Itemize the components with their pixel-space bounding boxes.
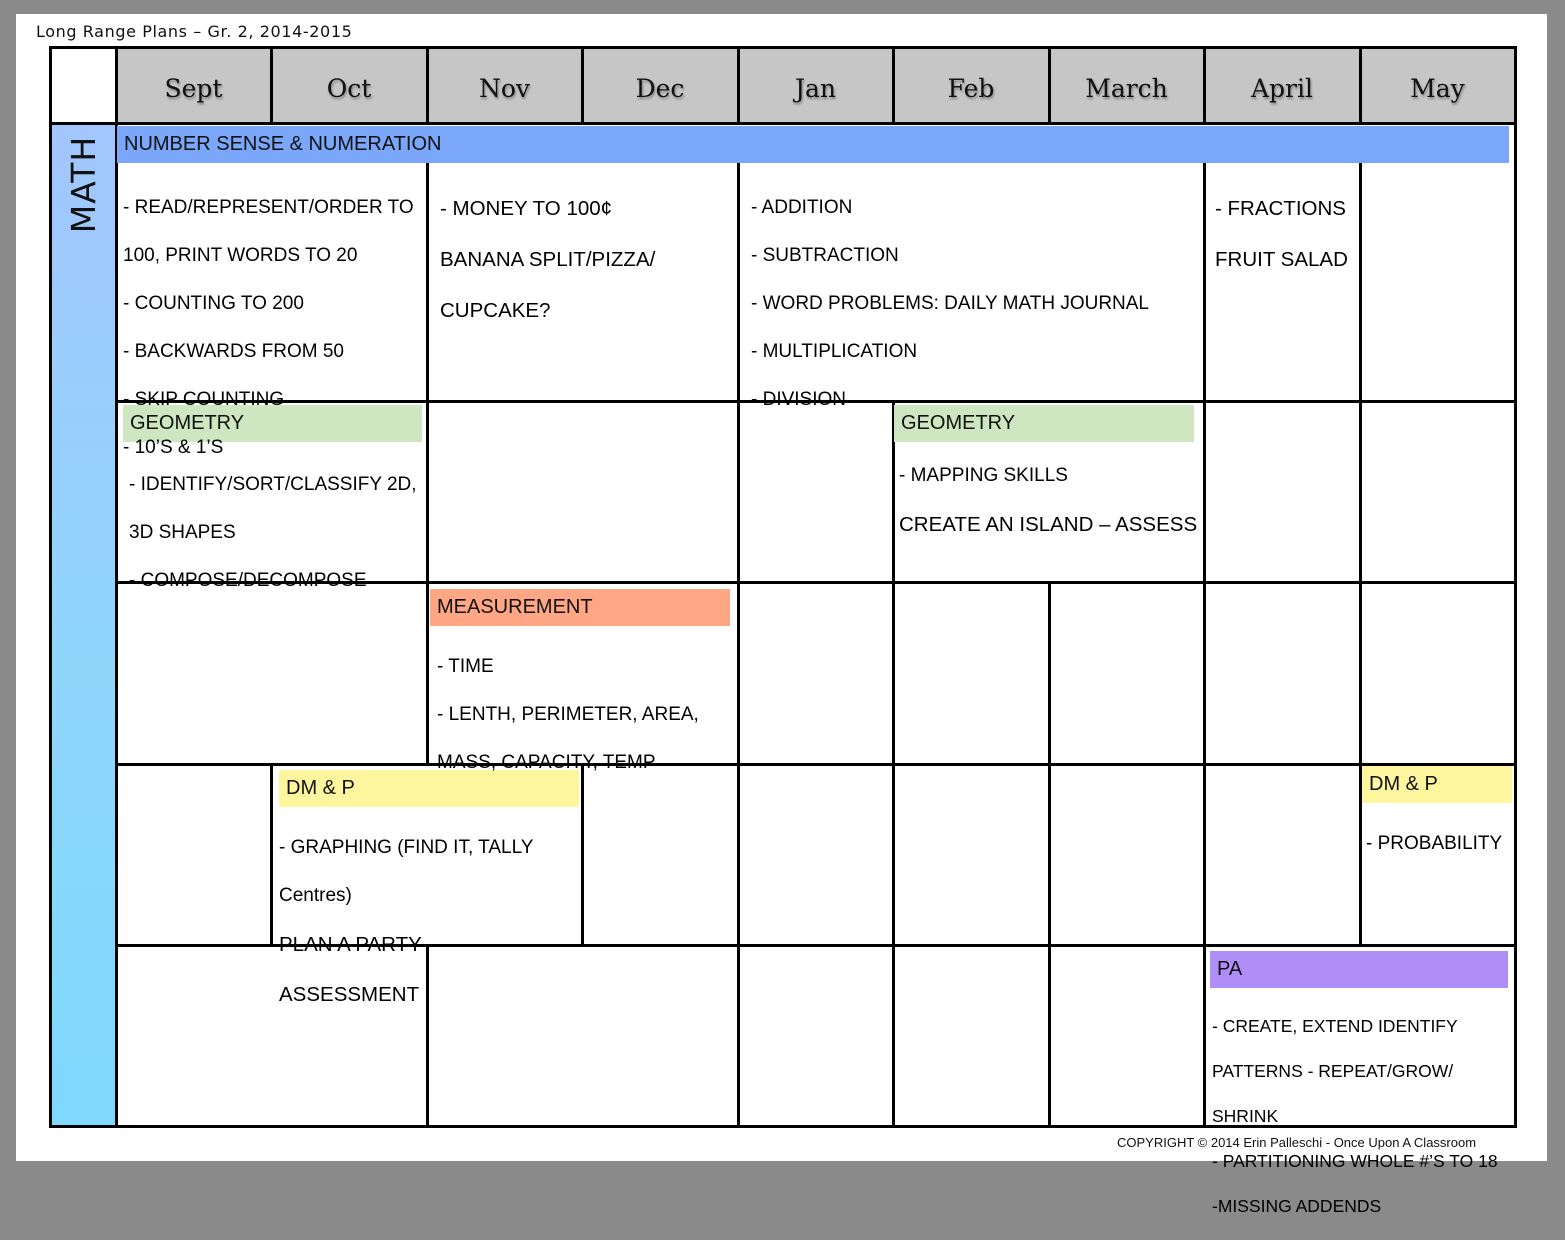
band-dmp-spring: DM & P — [1362, 766, 1512, 803]
month-header-april: April — [1205, 49, 1359, 123]
subject-column — [52, 124, 115, 1125]
cell-ns-april: - FRACTIONS FRUIT SALAD — [1215, 170, 1348, 298]
grid-line-row3-v — [737, 583, 740, 765]
cell-line: - MAPPING SKILLS — [899, 465, 1068, 486]
month-header-may: May — [1361, 49, 1514, 123]
cell-line: MASS, CAPACITY, TEMP — [437, 752, 656, 773]
grid-line-row1-v — [426, 163, 429, 401]
cell-ns-jan-march: - ADDITION - SUBTRACTION - WORD PROBLEMS… — [751, 172, 1149, 436]
grid-line-header-v — [581, 49, 584, 123]
grid-line-header-v — [1048, 49, 1051, 123]
grid-line-row3-v — [426, 583, 429, 765]
cell-ns-nov-dec: - MONEY TO 100¢ BANANA SPLIT/PIZZA/ CUPC… — [440, 170, 655, 349]
cell-line: - ADDITION — [751, 197, 853, 218]
cell-line: 3D SHAPES — [129, 522, 236, 543]
grid-line-subject-divider — [115, 49, 118, 1125]
grid-line-row4-v — [892, 765, 895, 946]
band-number-sense: NUMBER SENSE & NUMERATION — [117, 126, 1509, 163]
band-pa: PA — [1210, 951, 1508, 988]
month-header-jan: Jan — [739, 49, 892, 123]
cell-line: -MISSING ADDENDS — [1212, 1195, 1382, 1216]
cell-meas-nov-dec: - TIME - LENTH, PERIMETER, AREA, MASS, C… — [437, 631, 699, 799]
grid-line-header-v — [892, 49, 895, 123]
grid-line-row2-v — [1203, 402, 1206, 583]
grid-line-header-v — [1359, 49, 1362, 123]
cell-line: - SUBTRACTION — [751, 245, 899, 266]
month-header-sept: Sept — [117, 49, 270, 123]
grid-line-row3-bottom — [115, 763, 1517, 766]
copyright-footer: COPYRIGHT © 2014 Erin Palleschi - Once U… — [1117, 1135, 1477, 1150]
cell-line: - MULTIPLICATION — [751, 341, 918, 362]
grid-line-row3-v — [1048, 583, 1051, 765]
cell-geo-sept-oct: - IDENTIFY/SORT/CLASSIFY 2D, 3D SHAPES -… — [129, 449, 417, 617]
cell-line: PATTERNS - REPEAT/GROW/ — [1212, 1060, 1454, 1081]
subject-label-text: MATH — [64, 135, 103, 233]
cell-line: - TIME — [437, 656, 494, 677]
subject-label: MATH — [52, 124, 115, 244]
grid-line-row2-v — [1359, 402, 1362, 583]
cell-line: 100, PRINT WORDS TO 20 — [123, 245, 358, 266]
grid-line-row5-v — [1203, 946, 1206, 1126]
cell-line: - COMPOSE/DECOMPOSE — [129, 570, 367, 591]
month-header-march: March — [1050, 49, 1203, 123]
cell-geo-feb-march: - MAPPING SKILLS CREATE AN ISLAND – ASSE… — [899, 440, 1197, 562]
grid-line-row5-v — [737, 946, 740, 1126]
cell-line: SHRINK — [1212, 1105, 1279, 1126]
cell-line: - DIVISION — [751, 389, 847, 410]
cell-line: - FRACTIONS — [1215, 196, 1346, 220]
grid-line-row1-v — [737, 163, 740, 401]
cell-pa-april-may: - CREATE, EXTEND IDENTIFY PATTERNS - REP… — [1212, 992, 1498, 1240]
grid-line-row4-v — [737, 765, 740, 946]
document-title: Long Range Plans – Gr. 2, 2014-2015 — [36, 22, 353, 41]
cell-line: Centres) — [279, 885, 352, 906]
cell-line: CUPCAKE? — [440, 298, 551, 322]
cell-ns-sept-oct: - READ/REPRESENT/ORDER TO 100, PRINT WOR… — [123, 172, 414, 484]
cell-line: - PROBABILITY — [1366, 833, 1503, 854]
cell-line: - PARTITIONING WHOLE #’S TO 18 — [1212, 1150, 1498, 1171]
grid-line-row5-v — [1048, 946, 1051, 1126]
grid-line-row3-v — [892, 583, 895, 765]
band-measurement: MEASUREMENT — [430, 589, 730, 626]
cell-line: - MONEY TO 100¢ — [440, 196, 613, 220]
grid-line-header-v — [1203, 49, 1206, 123]
grid-line-row3-v — [1359, 583, 1362, 765]
grid-line-header-v — [737, 49, 740, 123]
month-header-feb: Feb — [894, 49, 1048, 123]
cell-line: ASSESSMENT — [279, 983, 420, 1006]
grid-line-row2-v — [426, 402, 429, 583]
cell-line: - LENTH, PERIMETER, AREA, — [437, 704, 699, 725]
grid-line-row5-v — [892, 946, 895, 1126]
grid-corner — [52, 49, 115, 122]
grid-line-row1-v — [1203, 163, 1206, 401]
month-header-nov: Nov — [428, 49, 581, 123]
cell-line: - COUNTING TO 200 — [123, 293, 304, 314]
cell-line: - IDENTIFY/SORT/CLASSIFY 2D, — [129, 474, 417, 495]
cell-line: - GRAPHING (FIND IT, TALLY — [279, 837, 534, 858]
grid-line-header-v — [426, 49, 429, 123]
cell-line: - CREATE, EXTEND IDENTIFY — [1212, 1015, 1458, 1036]
cell-line: - READ/REPRESENT/ORDER TO — [123, 197, 414, 218]
grid-line-row2-v — [737, 402, 740, 583]
grid-line-row4-v — [270, 765, 273, 946]
month-header-oct: Oct — [272, 49, 426, 123]
cell-line: BANANA SPLIT/PIZZA/ — [440, 247, 656, 271]
cell-line: FRUIT SALAD — [1215, 247, 1348, 271]
cell-line: CREATE AN ISLAND – ASSESS — [899, 513, 1198, 536]
cell-line: - BACKWARDS FROM 50 — [123, 341, 344, 362]
grid-line-header-v — [270, 49, 273, 123]
grid-line-row4-v — [1203, 765, 1206, 946]
cell-line: PLAN A PARTY – — [279, 933, 439, 956]
grid-line-row1-v — [1359, 163, 1362, 401]
grid-line-row3-v — [1203, 583, 1206, 765]
cell-line: - SKIP COUNTING — [123, 389, 285, 410]
cell-dmp-oct-nov: - GRAPHING (FIND IT, TALLY Centres) PLAN… — [279, 812, 533, 1032]
cell-line: - WORD PROBLEMS: DAILY MATH JOURNAL — [751, 293, 1149, 314]
month-header-dec: Dec — [583, 49, 737, 123]
grid-line-row4-v — [1048, 765, 1051, 946]
cell-dmp-may: - PROBABILITY — [1366, 808, 1502, 880]
